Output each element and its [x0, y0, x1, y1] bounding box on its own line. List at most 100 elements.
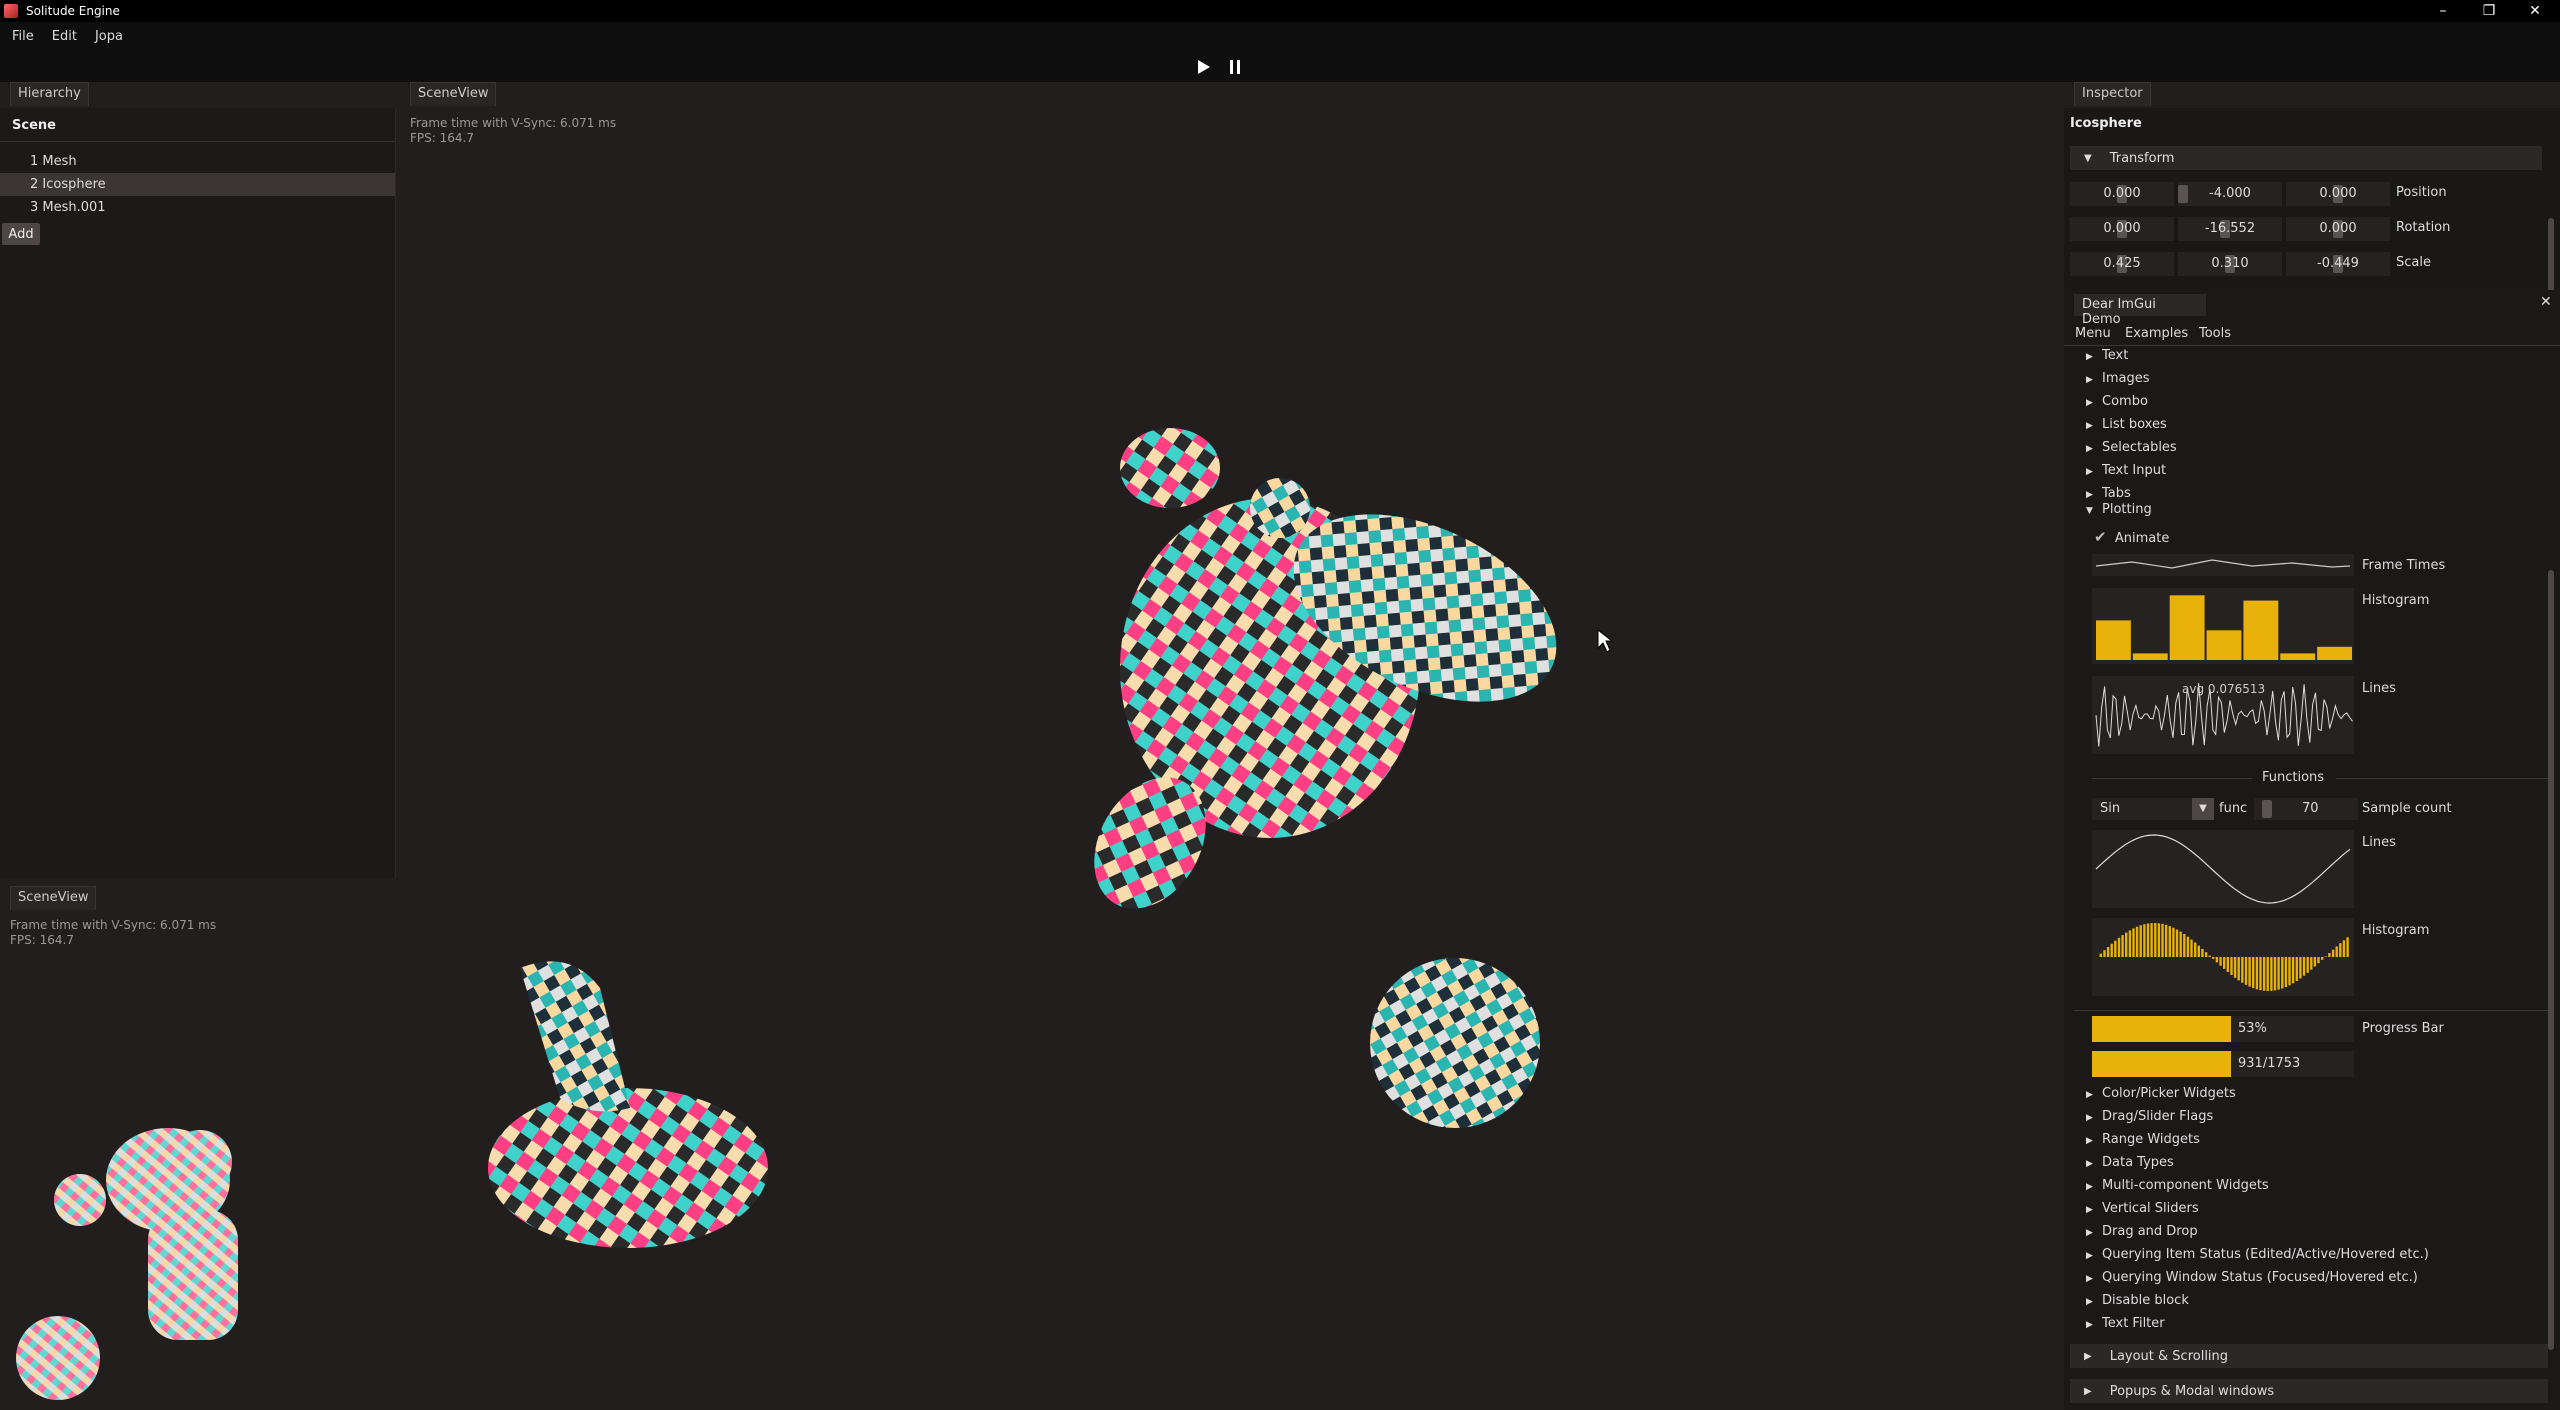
hierarchy-item[interactable]: 3 Mesh.001	[0, 196, 395, 219]
scene-viewport[interactable]: Frame time with V-Sync: 6.071 ms FPS: 16…	[400, 108, 2060, 1410]
tab-hierarchy[interactable]: Hierarchy	[10, 82, 89, 106]
tree-node[interactable]: ▶ Text Filter	[2086, 1316, 2165, 1331]
demo-menu-tools[interactable]: Tools	[2199, 326, 2231, 341]
tree-node[interactable]: ▶ Combo	[2086, 394, 2148, 409]
expand-icon: ▶	[2084, 1385, 2092, 1397]
tree-node[interactable]: ▶ Querying Window Status (Focused/Hovered…	[2086, 1270, 2418, 1285]
animate-checkbox[interactable]: ✔ Animate	[2094, 528, 2169, 546]
expand-icon: ▶	[2086, 467, 2093, 477]
expand-icon: ▶	[2086, 444, 2093, 454]
sample-count-slider[interactable]: 70	[2254, 798, 2358, 820]
tree-node[interactable]: ▶ Vertical Sliders	[2086, 1201, 2199, 1216]
sample-count-label: Sample count	[2362, 801, 2452, 816]
pause-icon[interactable]	[1226, 58, 1244, 76]
scale-y-field[interactable]: 0.310	[2178, 252, 2282, 276]
functions-divider-right	[2336, 778, 2550, 779]
progress-bar: 53%	[2092, 1016, 2354, 1042]
minimize-icon[interactable]: –	[2420, 0, 2466, 22]
menu-edit[interactable]: Edit	[52, 29, 77, 44]
rotation-label: Rotation	[2396, 220, 2451, 235]
tree-node[interactable]: ▶ Querying Item Status (Edited/Active/Hov…	[2086, 1247, 2429, 1262]
add-button[interactable]: Add	[2, 223, 40, 245]
close-icon[interactable]: ✕	[2540, 294, 2552, 310]
tree-node[interactable]: ▶ Drag/Slider Flags	[2086, 1109, 2213, 1124]
tab-sceneview-mini[interactable]: SceneView	[10, 886, 97, 910]
tree-node[interactable]: ▶ Data Types	[2086, 1155, 2174, 1170]
toolbar	[0, 50, 2560, 82]
restore-icon[interactable]: ❐	[2466, 0, 2512, 22]
sin-histogram-label: Histogram	[2362, 923, 2430, 938]
demo-scrollbar[interactable]	[2548, 570, 2554, 1350]
func-label: func	[2219, 801, 2248, 816]
sin-lines-plot[interactable]	[2092, 830, 2354, 908]
demo-menu-menu[interactable]: Menu	[2075, 326, 2111, 341]
close-icon[interactable]: ✕	[2512, 0, 2558, 22]
lines-label: Lines	[2362, 681, 2396, 696]
position-z-field[interactable]: 0.000	[2286, 182, 2390, 206]
tree-node[interactable]: ▶ Tabs	[2086, 486, 2131, 501]
progress-divider	[2074, 1010, 2550, 1011]
position-y-field[interactable]: -4.000	[2178, 182, 2282, 206]
demo-menu-examples[interactable]: Examples	[2125, 326, 2188, 341]
progress-bar-count: 931/1753	[2092, 1051, 2354, 1077]
tree-node[interactable]: ▶ Selectables	[2086, 440, 2177, 455]
lines-plot[interactable]: avg 0.076513	[2092, 676, 2354, 754]
checkmark-icon: ✔	[2094, 528, 2107, 546]
tree-node[interactable]: ▶ Multi-component Widgets	[2086, 1178, 2269, 1193]
tree-plotting[interactable]: ▼ Plotting	[2086, 502, 2152, 517]
collapse-icon: ▼	[2084, 152, 2092, 164]
tree-node[interactable]: ▶ Disable block	[2086, 1293, 2189, 1308]
tree-node[interactable]: ▶ Images	[2086, 371, 2150, 386]
frame-times-label: Frame Times	[2362, 558, 2446, 573]
tree-node[interactable]: ▶ Color/Picker Widgets	[2086, 1086, 2236, 1101]
mini-scene-viewport[interactable]: Frame time with V-Sync: 6.071 ms FPS: 16…	[0, 910, 396, 1410]
sin-histogram-plot[interactable]	[2092, 918, 2354, 996]
expand-icon: ▶	[2086, 1320, 2093, 1330]
expand-icon: ▶	[2086, 375, 2093, 385]
slider-knob[interactable]	[2262, 800, 2272, 818]
app-icon	[4, 4, 18, 18]
tab-inspector[interactable]: Inspector	[2074, 82, 2151, 106]
tree-node[interactable]: ▶ Range Widgets	[2086, 1132, 2200, 1147]
imgui-demo-window: Dear ImGui Demo ✕ Menu Examples Tools ▶ T…	[2064, 290, 2560, 1410]
play-icon[interactable]	[1194, 58, 1212, 76]
menu-file[interactable]: File	[12, 29, 34, 44]
mini-scene-render	[16, 1128, 238, 1400]
expand-icon: ▶	[2086, 1113, 2093, 1123]
frame-times-plot[interactable]	[2092, 554, 2354, 576]
scale-z-field[interactable]: -0.449	[2286, 252, 2390, 276]
chevron-down-icon: ▼	[2192, 798, 2214, 820]
scene-render	[488, 428, 1614, 1248]
title-bar: Solitude Engine – ❐ ✕	[0, 0, 2560, 22]
rotation-x-field[interactable]: 0.000	[2070, 217, 2174, 241]
tree-node[interactable]: ▶ Text	[2086, 348, 2128, 363]
transform-header[interactable]: ▼ Transform	[2070, 146, 2542, 170]
func-combo[interactable]: Sin ▼	[2092, 798, 2214, 820]
expand-icon: ▶	[2086, 490, 2093, 500]
tree-node[interactable]: ▶ List boxes	[2086, 417, 2167, 432]
menu-jopa[interactable]: Jopa	[95, 29, 123, 44]
expand-icon: ▶	[2086, 352, 2093, 362]
scale-x-field[interactable]: 0.425	[2070, 252, 2174, 276]
tree-layout-scrolling[interactable]: ▶ Layout & Scrolling	[2070, 1344, 2548, 1368]
position-x-field[interactable]: 0.000	[2070, 182, 2174, 206]
tree-node[interactable]: ▶ Text Input	[2086, 463, 2166, 478]
object-name: Icosphere	[2070, 116, 2142, 131]
menu-divider	[2064, 345, 2560, 346]
expand-icon: ▶	[2086, 1297, 2093, 1307]
hierarchy-panel: Scene 1 Mesh 2 Icosphere 3 Mesh.001 Add	[0, 108, 396, 878]
tree-popups-modal[interactable]: ▶ Popups & Modal windows	[2070, 1379, 2548, 1403]
expand-icon: ▶	[2086, 1274, 2093, 1284]
rotation-z-field[interactable]: 0.000	[2286, 217, 2390, 241]
expand-icon: ▼	[2086, 506, 2093, 516]
hierarchy-item[interactable]: 2 Icosphere	[0, 173, 395, 196]
position-row: 0.000 -4.000 0.000 Position	[2070, 182, 2560, 210]
histogram-label: Histogram	[2362, 593, 2430, 608]
tab-sceneview[interactable]: SceneView	[410, 82, 497, 106]
demo-title[interactable]: Dear ImGui Demo	[2074, 294, 2206, 327]
hierarchy-item[interactable]: 1 Mesh	[0, 150, 395, 173]
histogram-plot[interactable]	[2092, 588, 2354, 664]
rotation-y-field[interactable]: -16.552	[2178, 217, 2282, 241]
app-title: Solitude Engine	[26, 4, 120, 18]
tree-node[interactable]: ▶ Drag and Drop	[2086, 1224, 2198, 1239]
